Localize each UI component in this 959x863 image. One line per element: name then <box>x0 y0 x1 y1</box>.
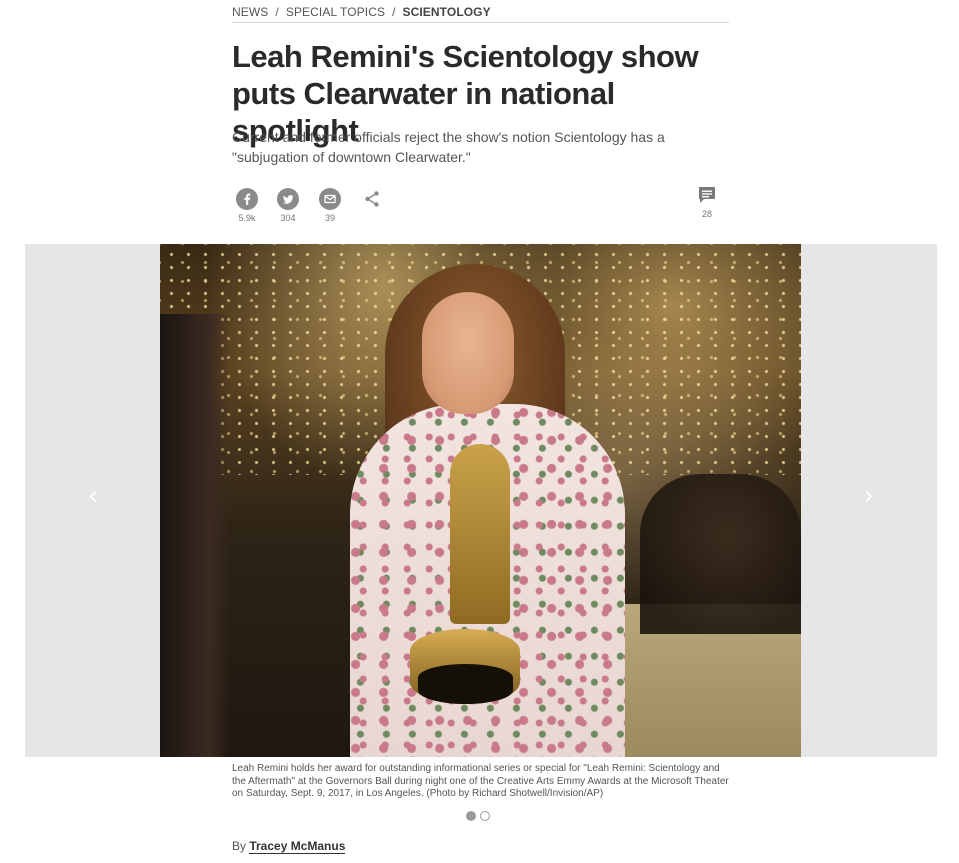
twitter-icon <box>277 188 299 210</box>
breadcrumb: NEWS / SPECIAL TOPICS / SCIENTOLOGY <box>232 5 729 23</box>
breadcrumb-special-topics[interactable]: SPECIAL TOPICS <box>286 5 385 19</box>
breadcrumb-separator: / <box>275 5 279 19</box>
facebook-share-button[interactable]: 5.9k <box>234 188 260 223</box>
author-link[interactable]: Tracey McManus <box>249 839 346 854</box>
gallery-pagination <box>466 811 490 823</box>
photo-left-figure <box>160 314 230 757</box>
comments-button[interactable]: 28 <box>694 184 720 219</box>
photo-subject-face <box>422 292 514 414</box>
photo-right-figure <box>640 474 801 634</box>
breadcrumb-separator: / <box>392 5 396 19</box>
share-icon <box>361 188 383 210</box>
breadcrumb-scientology[interactable]: SCIENTOLOGY <box>403 5 491 19</box>
email-icon <box>319 188 341 210</box>
photo-caption: Leah Remini holds her award for outstand… <box>232 763 729 799</box>
gallery-photo[interactable] <box>160 244 801 757</box>
article-dek: Current and former officials reject the … <box>232 129 665 165</box>
facebook-count: 5.9k <box>238 213 256 223</box>
photo-emmy-base-black <box>418 664 513 704</box>
email-count: 39 <box>324 213 335 223</box>
gallery-next-button[interactable]: › <box>857 481 881 511</box>
byline: By Tracey McManus <box>232 839 346 854</box>
comments-icon <box>696 184 718 206</box>
breadcrumb-news[interactable]: NEWS <box>232 5 268 19</box>
photo-emmy-statuette <box>450 444 510 624</box>
byline-prefix: By <box>232 839 250 853</box>
photo-gallery: ‹ › <box>25 244 937 757</box>
gallery-prev-button[interactable]: ‹ <box>81 481 105 511</box>
chevron-right-icon: › <box>863 481 875 511</box>
more-share-button[interactable] <box>359 188 385 210</box>
chevron-left-icon: ‹ <box>87 481 99 511</box>
share-bar: 5.9k 304 39 28 <box>232 187 729 228</box>
twitter-share-button[interactable]: 304 <box>275 188 301 223</box>
gallery-dot-2[interactable] <box>480 811 490 821</box>
gallery-dot-1[interactable] <box>466 811 476 821</box>
comments-count: 28 <box>701 209 712 219</box>
twitter-count: 304 <box>280 213 296 223</box>
article-page: NEWS / SPECIAL TOPICS / SCIENTOLOGY Leah… <box>0 0 959 863</box>
facebook-icon <box>236 188 258 210</box>
email-share-button[interactable]: 39 <box>317 188 343 223</box>
